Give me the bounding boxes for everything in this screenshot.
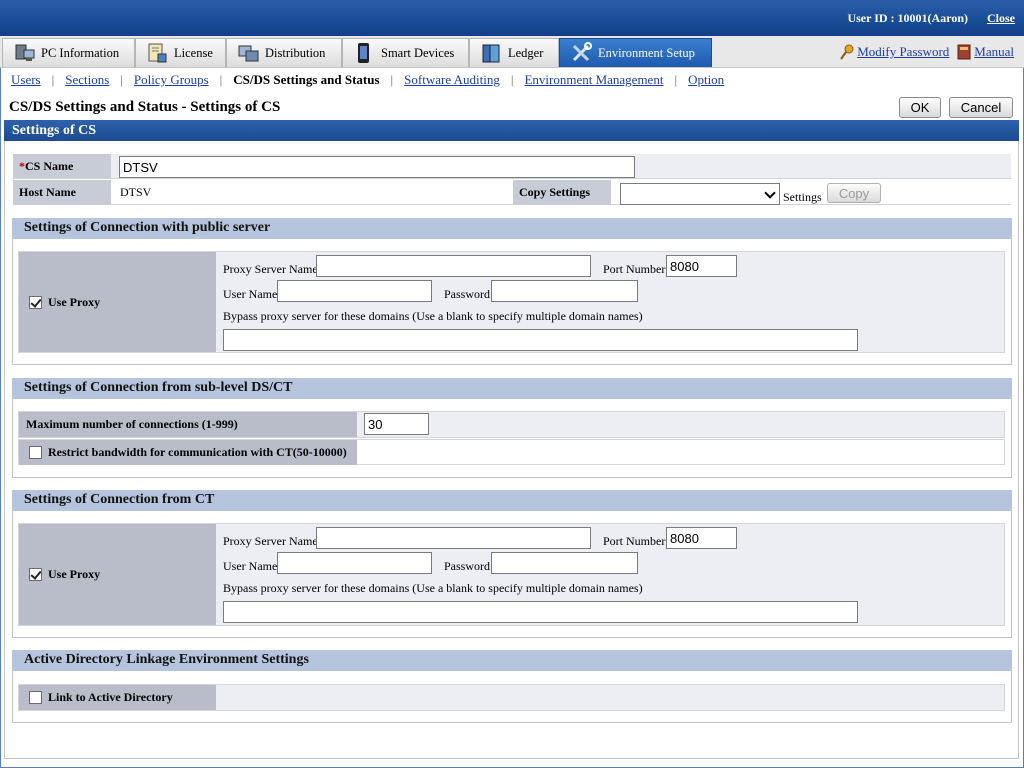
host-name-label: Host Name (13, 180, 111, 205)
top-bar: User ID : 10001(Aaron) Close (0, 0, 1024, 36)
ad-title: Active Directory Linkage Environment Set… (12, 650, 1012, 671)
tab-distribution[interactable]: Distribution (226, 38, 342, 67)
ct-bypass-input[interactable] (223, 601, 858, 623)
subnav-sections[interactable]: Sections (65, 72, 109, 88)
manual-icon (957, 44, 971, 60)
cancel-button[interactable]: Cancel (949, 97, 1013, 118)
ct-user-name-input[interactable] (277, 552, 432, 574)
copy-settings-select[interactable] (620, 183, 780, 205)
sub-nav: Users | Sections | Policy Groups | CS/DS Se… (11, 72, 725, 88)
subnav-environment-management[interactable]: Environment Management (524, 72, 663, 88)
tab-label: License (174, 45, 213, 60)
max-connections-row: Maximum number of connections (1-999) 30 (18, 411, 1005, 438)
restrict-bandwidth-row: Restrict bandwidth for communication wit… (18, 439, 1005, 465)
pc-icon (13, 42, 35, 64)
subnav-policy-groups[interactable]: Policy Groups (134, 72, 209, 88)
nav-links: Modify Password Manual (840, 44, 1014, 60)
cs-name-row: * CS Name DTSV (13, 154, 1011, 179)
ok-button[interactable]: OK (899, 97, 941, 118)
host-name-value: DTSV (120, 185, 152, 199)
use-proxy-public[interactable]: Use Proxy (19, 252, 216, 352)
tools-icon (570, 42, 592, 64)
use-proxy-public-checkbox[interactable] (29, 295, 42, 309)
user-id: User ID : 10001(Aaron) (847, 11, 968, 25)
copy-settings-suffix: Settings (783, 190, 822, 204)
ct-port-number-label: Port Number (603, 534, 666, 548)
tab-label: Distribution (265, 45, 326, 60)
proxy-server-label: Proxy Server Name (223, 262, 318, 276)
from-ct-title: Settings of Connection from CT (12, 490, 1012, 511)
cs-name-label: * CS Name (13, 154, 111, 178)
copy-button[interactable]: Copy (827, 183, 881, 203)
max-connections-label: Maximum number of connections (1-999) (19, 412, 357, 437)
bypass-input[interactable] (223, 329, 858, 351)
host-row: Host Name DTSV Copy Settings Settings Co… (13, 180, 1011, 205)
restrict-bandwidth[interactable]: Restrict bandwidth for communication wit… (19, 440, 357, 465)
user-name-label: User Name (223, 287, 278, 301)
ct-proxy-server-label: Proxy Server Name (223, 534, 318, 548)
copy-settings-label: Copy Settings (513, 180, 611, 205)
bypass-label: Bypass proxy server for these domains (U… (223, 309, 643, 323)
max-connections-input[interactable]: 30 (364, 413, 429, 435)
public-server-panel: Use Proxy Proxy Server Name Port Number … (18, 251, 1005, 353)
user-name-input[interactable] (277, 280, 432, 302)
tab-smart-devices[interactable]: Smart Devices (342, 38, 469, 67)
ct-port-number-input[interactable]: 8080 (666, 527, 737, 549)
smart-device-icon (353, 42, 375, 64)
ct-password-label: Password (444, 559, 491, 573)
ct-bypass-label: Bypass proxy server for these domains (U… (223, 581, 643, 595)
page-title: CS/DS Settings and Status - Settings of … (9, 99, 281, 115)
ct-proxy-server-input[interactable] (316, 527, 591, 549)
section-title: Settings of CS (4, 120, 1019, 141)
ct-user-name-label: User Name (223, 559, 278, 573)
tab-pc-information[interactable]: PC Information (2, 38, 135, 67)
tab-license[interactable]: License (135, 38, 226, 67)
subnav-software-auditing[interactable]: Software Auditing (404, 72, 500, 88)
license-icon (146, 42, 168, 64)
ct-password-input[interactable] (491, 552, 638, 574)
cs-name-input[interactable]: DTSV (119, 156, 635, 178)
subnav-current: CS/DS Settings and Status (233, 72, 380, 87)
tab-ledger[interactable]: Ledger (469, 38, 559, 67)
key-icon (840, 44, 854, 60)
port-number-input[interactable]: 8080 (666, 255, 737, 277)
close-link[interactable]: Close (987, 11, 1015, 26)
from-ct-panel: Use Proxy Proxy Server Name Port Number … (18, 523, 1005, 626)
use-proxy-ct[interactable]: Use Proxy (19, 524, 216, 625)
ad-row: Link to Active Directory (18, 684, 1005, 711)
tab-environment-setup[interactable]: Environment Setup (559, 38, 712, 67)
tab-label: Ledger (508, 45, 544, 60)
password-input[interactable] (491, 280, 638, 302)
subnav-users[interactable]: Users (11, 72, 41, 88)
modify-password-link[interactable]: Modify Password (857, 44, 949, 60)
sublevel-title: Settings of Connection from sub-level DS… (12, 378, 1012, 399)
manual-link[interactable]: Manual (974, 44, 1014, 60)
link-active-directory-checkbox[interactable] (29, 691, 42, 704)
distribution-icon (237, 42, 259, 64)
public-server-title: Settings of Connection with public serve… (12, 218, 1012, 239)
proxy-server-input[interactable] (316, 255, 591, 277)
tab-label: Environment Setup (598, 45, 695, 60)
tab-label: Smart Devices (381, 45, 455, 60)
subnav-option[interactable]: Option (688, 72, 724, 88)
tab-label: PC Information (41, 45, 120, 60)
use-proxy-ct-checkbox[interactable] (29, 568, 42, 581)
port-number-label: Port Number (603, 262, 666, 276)
password-label: Password (444, 287, 491, 301)
ledger-icon (480, 42, 502, 64)
restrict-bandwidth-checkbox[interactable] (29, 446, 42, 459)
link-active-directory[interactable]: Link to Active Directory (19, 685, 216, 710)
